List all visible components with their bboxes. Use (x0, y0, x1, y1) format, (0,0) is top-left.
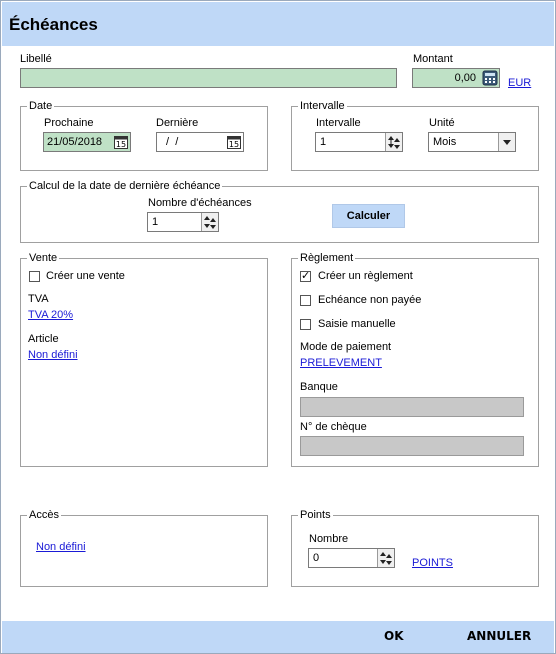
window-title: Échéances (9, 15, 98, 34)
calculator-icon[interactable] (482, 70, 498, 86)
calendar-icon[interactable]: 15 (113, 134, 129, 150)
creer-vente-label[interactable]: Créer une vente (46, 270, 125, 282)
derniere-label: Dernière (156, 117, 199, 129)
article-link[interactable]: Non défini (28, 349, 78, 361)
cheque-label: N° de chèque (300, 421, 367, 433)
echeances-window: Échéances Libellé Montant 0,00 EUR Date … (0, 0, 556, 654)
vente-group: Vente (20, 252, 268, 467)
acces-legend: Accès (27, 509, 61, 521)
spinner-icon[interactable] (201, 213, 218, 231)
mode-paiement-label: Mode de paiement (300, 341, 392, 353)
montant-value: 0,00 (454, 72, 476, 84)
svg-text:15: 15 (116, 140, 126, 149)
banque-label: Banque (300, 381, 338, 393)
spinner-icon[interactable] (385, 133, 402, 151)
intervalle-input[interactable]: 1 (315, 132, 403, 152)
unite-label: Unité (429, 117, 455, 129)
calcul-group: Calcul de la date de dernière échéance (20, 180, 539, 243)
points-nombre-label: Nombre (309, 533, 349, 545)
creer-reglement-label[interactable]: Créer un règlement (318, 270, 413, 282)
echeance-non-payee-checkbox[interactable] (300, 295, 311, 306)
derniere-date-value: / / (163, 136, 179, 148)
calcul-legend: Calcul de la date de dernière échéance (27, 180, 223, 192)
title-bar: Échéances (2, 2, 554, 46)
cheque-input[interactable] (300, 436, 524, 456)
reglement-legend: Règlement (298, 252, 356, 264)
unite-value: Mois (433, 136, 457, 148)
footer-bar: OK ANNULER (2, 621, 554, 653)
prochaine-date-value: 21/05/2018 (47, 136, 103, 148)
montant-label: Montant (413, 53, 453, 65)
nombre-echeances-label: Nombre d'échéances (148, 197, 252, 209)
ok-button[interactable]: OK (384, 629, 404, 643)
chevron-down-icon[interactable] (498, 133, 515, 151)
tva-label: TVA (28, 293, 49, 305)
nombre-echeances-value: 1 (152, 216, 159, 228)
mode-paiement-link[interactable]: PRELEVEMENT (300, 357, 382, 369)
prochaine-label: Prochaine (44, 117, 94, 129)
saisie-manuelle-label[interactable]: Saisie manuelle (318, 318, 396, 330)
calendar-icon[interactable]: 15 (226, 134, 242, 150)
points-link[interactable]: POINTS (412, 557, 453, 569)
check-icon: ✓ (301, 270, 311, 282)
tva-link[interactable]: TVA 20% (28, 309, 73, 321)
points-nombre-value: 0 (313, 552, 320, 564)
calculer-button[interactable]: Calculer (332, 204, 405, 228)
article-label: Article (28, 333, 59, 345)
intervalle-label: Intervalle (316, 117, 361, 129)
banque-input[interactable] (300, 397, 524, 417)
vente-legend: Vente (27, 252, 60, 264)
creer-reglement-checkbox[interactable]: ✓ (300, 270, 311, 282)
points-nombre-input[interactable]: 0 (308, 548, 395, 568)
currency-link[interactable]: EUR (508, 77, 531, 89)
intervalle-value: 1 (320, 136, 327, 148)
creer-vente-checkbox[interactable] (29, 271, 40, 282)
unite-select[interactable]: Mois (428, 132, 516, 152)
nombre-echeances-input[interactable]: 1 (147, 212, 219, 232)
derniere-date-input[interactable]: / / 15 (156, 132, 244, 152)
svg-text:15: 15 (229, 140, 239, 149)
montant-input[interactable]: 0,00 (412, 68, 500, 88)
echeance-non-payee-label[interactable]: Echéance non payée (318, 294, 421, 306)
points-legend: Points (298, 509, 333, 521)
acces-link[interactable]: Non défini (36, 541, 86, 553)
libelle-input[interactable] (20, 68, 397, 88)
saisie-manuelle-checkbox[interactable] (300, 319, 311, 330)
prochaine-date-input[interactable]: 21/05/2018 15 (43, 132, 131, 152)
intervalle-legend: Intervalle (298, 100, 347, 112)
date-legend: Date (27, 100, 55, 112)
annuler-button[interactable]: ANNULER (467, 629, 531, 643)
spinner-icon[interactable] (377, 549, 394, 567)
libelle-label: Libellé (20, 53, 52, 65)
